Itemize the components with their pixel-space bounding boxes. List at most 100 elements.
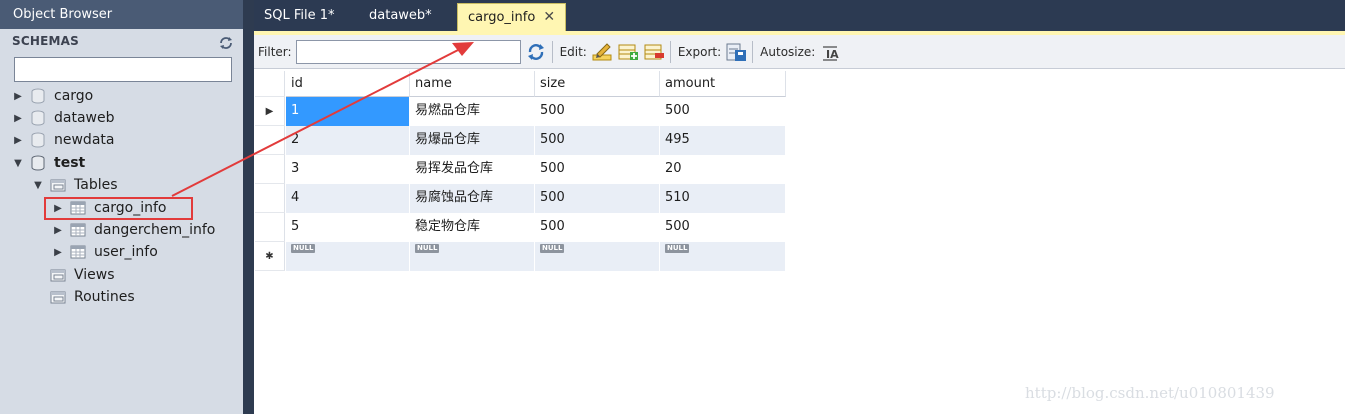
collapse-arrow-icon[interactable]: ▼ (12, 158, 24, 169)
refresh-icon[interactable] (219, 36, 233, 50)
cell-amount[interactable]: 500 (660, 213, 786, 242)
tab-label: cargo_info (468, 10, 536, 25)
database-icon (31, 88, 45, 104)
column-header-size[interactable]: size (535, 71, 660, 97)
tree-routines[interactable]: Routines (32, 286, 135, 308)
edit-label: Edit: (559, 44, 587, 59)
table-dangerchem-info[interactable]: ▶ dangerchem_info (52, 219, 215, 241)
table-label: user_info (94, 244, 158, 260)
database-icon (31, 155, 45, 171)
cell-size[interactable]: 500 (535, 184, 660, 213)
cell-name[interactable]: 易燃品仓库 (410, 97, 535, 126)
cell-amount[interactable]: 495 (660, 126, 786, 155)
autosize-icon[interactable]: IA (819, 41, 841, 63)
table-row[interactable]: 2 易爆品仓库 500 495 (255, 126, 786, 155)
tab-sql-file-1[interactable]: SQL File 1* (254, 3, 345, 31)
row-marker[interactable] (255, 126, 285, 155)
cell-id[interactable]: 2 (286, 126, 410, 155)
collapse-arrow-icon[interactable]: ▼ (32, 180, 44, 191)
column-header-id[interactable]: id (286, 71, 410, 97)
table-row[interactable]: ▶ 1 易燃品仓库 500 500 (255, 97, 786, 126)
expand-arrow-icon[interactable]: ▶ (52, 247, 64, 258)
cell-id[interactable]: 5 (286, 213, 410, 242)
toolbar-separator (551, 40, 553, 63)
autosize-label: Autosize: (760, 44, 816, 59)
row-marker[interactable] (255, 155, 285, 184)
database-icon (31, 132, 45, 148)
schema-test[interactable]: ▼ test (12, 152, 85, 174)
tree-tables[interactable]: ▼ Tables (32, 174, 118, 196)
table-row[interactable]: 4 易腐蚀品仓库 500 510 (255, 184, 786, 213)
cell-name[interactable]: NULL (410, 242, 535, 271)
export-icon[interactable] (725, 41, 747, 63)
row-marker[interactable] (255, 213, 285, 242)
cell-name[interactable]: 易爆品仓库 (410, 126, 535, 155)
toolbar-separator (669, 40, 671, 63)
cell-name[interactable]: 易挥发品仓库 (410, 155, 535, 184)
new-row[interactable]: ✱ NULL NULL NULL NULL (255, 242, 786, 271)
cell-size[interactable]: 500 (535, 126, 660, 155)
edit-row-icon[interactable] (591, 41, 613, 63)
cell-size[interactable]: NULL (535, 242, 660, 271)
close-icon[interactable]: ✕ (543, 9, 555, 25)
table-icon (70, 245, 86, 259)
null-badge: NULL (415, 244, 440, 253)
cell-amount[interactable]: 20 (660, 155, 786, 184)
folder-icon (50, 179, 66, 192)
cell-name[interactable]: 稳定物仓库 (410, 213, 535, 242)
cell-size[interactable]: 500 (535, 213, 660, 242)
current-row-marker-icon[interactable]: ▶ (255, 97, 285, 126)
cell-size[interactable]: 500 (535, 97, 660, 126)
null-badge: NULL (540, 244, 565, 253)
cell-id[interactable]: 4 (286, 184, 410, 213)
watermark-url: http://blog.csdn.net/u010801439 (1025, 384, 1275, 402)
cell-id[interactable]: 3 (286, 155, 410, 184)
toolbar-separator (752, 40, 754, 63)
table-row[interactable]: 3 易挥发品仓库 500 20 (255, 155, 786, 184)
result-grid-toolbar: Filter: Edit: Export: Autosize: IA (254, 35, 1345, 69)
database-icon (31, 110, 45, 126)
column-header-name[interactable]: name (410, 71, 535, 97)
cell-amount[interactable]: NULL (660, 242, 786, 271)
workbench-window: Object Browser SCHEMAS ▶ cargo ▶ dataweb… (0, 0, 1345, 414)
schema-newdata[interactable]: ▶ newdata (12, 129, 114, 151)
tab-dataweb[interactable]: dataweb* (359, 3, 442, 31)
insert-row-icon[interactable] (617, 41, 639, 63)
panel-splitter[interactable] (243, 0, 254, 414)
object-browser-panel: Object Browser SCHEMAS ▶ cargo ▶ dataweb… (0, 0, 243, 414)
cell-amount[interactable]: 510 (660, 184, 786, 213)
schema-dataweb[interactable]: ▶ dataweb (12, 107, 114, 129)
schema-cargo[interactable]: ▶ cargo (12, 85, 93, 107)
tree-views[interactable]: Views (32, 264, 115, 286)
expand-arrow-icon[interactable]: ▶ (12, 113, 24, 124)
expand-arrow-icon[interactable]: ▶ (52, 225, 64, 236)
grid-header-row: id name size amount (255, 71, 786, 97)
filter-input[interactable] (295, 39, 521, 64)
views-label: Views (74, 267, 115, 283)
cell-id[interactable]: 1 (286, 97, 410, 126)
delete-row-icon[interactable] (643, 41, 665, 63)
export-label: Export: (677, 44, 722, 59)
table-row[interactable]: 5 稳定物仓库 500 500 (255, 213, 786, 242)
new-row-marker-icon[interactable]: ✱ (255, 242, 285, 271)
filter-label: Filter: (258, 44, 292, 59)
schema-label: newdata (54, 132, 115, 148)
annotation-highlight-box (44, 197, 193, 220)
cell-id[interactable]: NULL (286, 242, 410, 271)
tables-label: Tables (74, 177, 118, 193)
cell-amount[interactable]: 500 (660, 97, 786, 126)
cell-size[interactable]: 500 (535, 155, 660, 184)
schema-search-input[interactable] (14, 57, 232, 82)
expand-arrow-icon[interactable]: ▶ (12, 91, 24, 102)
tab-cargo-info[interactable]: cargo_info ✕ (457, 3, 567, 31)
editor-tab-bar: SQL File 1* dataweb* cargo_info ✕ (254, 0, 1345, 31)
row-marker[interactable] (255, 184, 285, 213)
cell-name[interactable]: 易腐蚀品仓库 (410, 184, 535, 213)
column-header-amount[interactable]: amount (660, 71, 786, 97)
tab-label: dataweb* (369, 8, 432, 23)
folder-icon (50, 291, 66, 304)
refresh-icon[interactable] (525, 41, 547, 63)
table-user-info[interactable]: ▶ user_info (52, 241, 158, 263)
expand-arrow-icon[interactable]: ▶ (12, 135, 24, 146)
object-browser-title: Object Browser (0, 0, 243, 29)
